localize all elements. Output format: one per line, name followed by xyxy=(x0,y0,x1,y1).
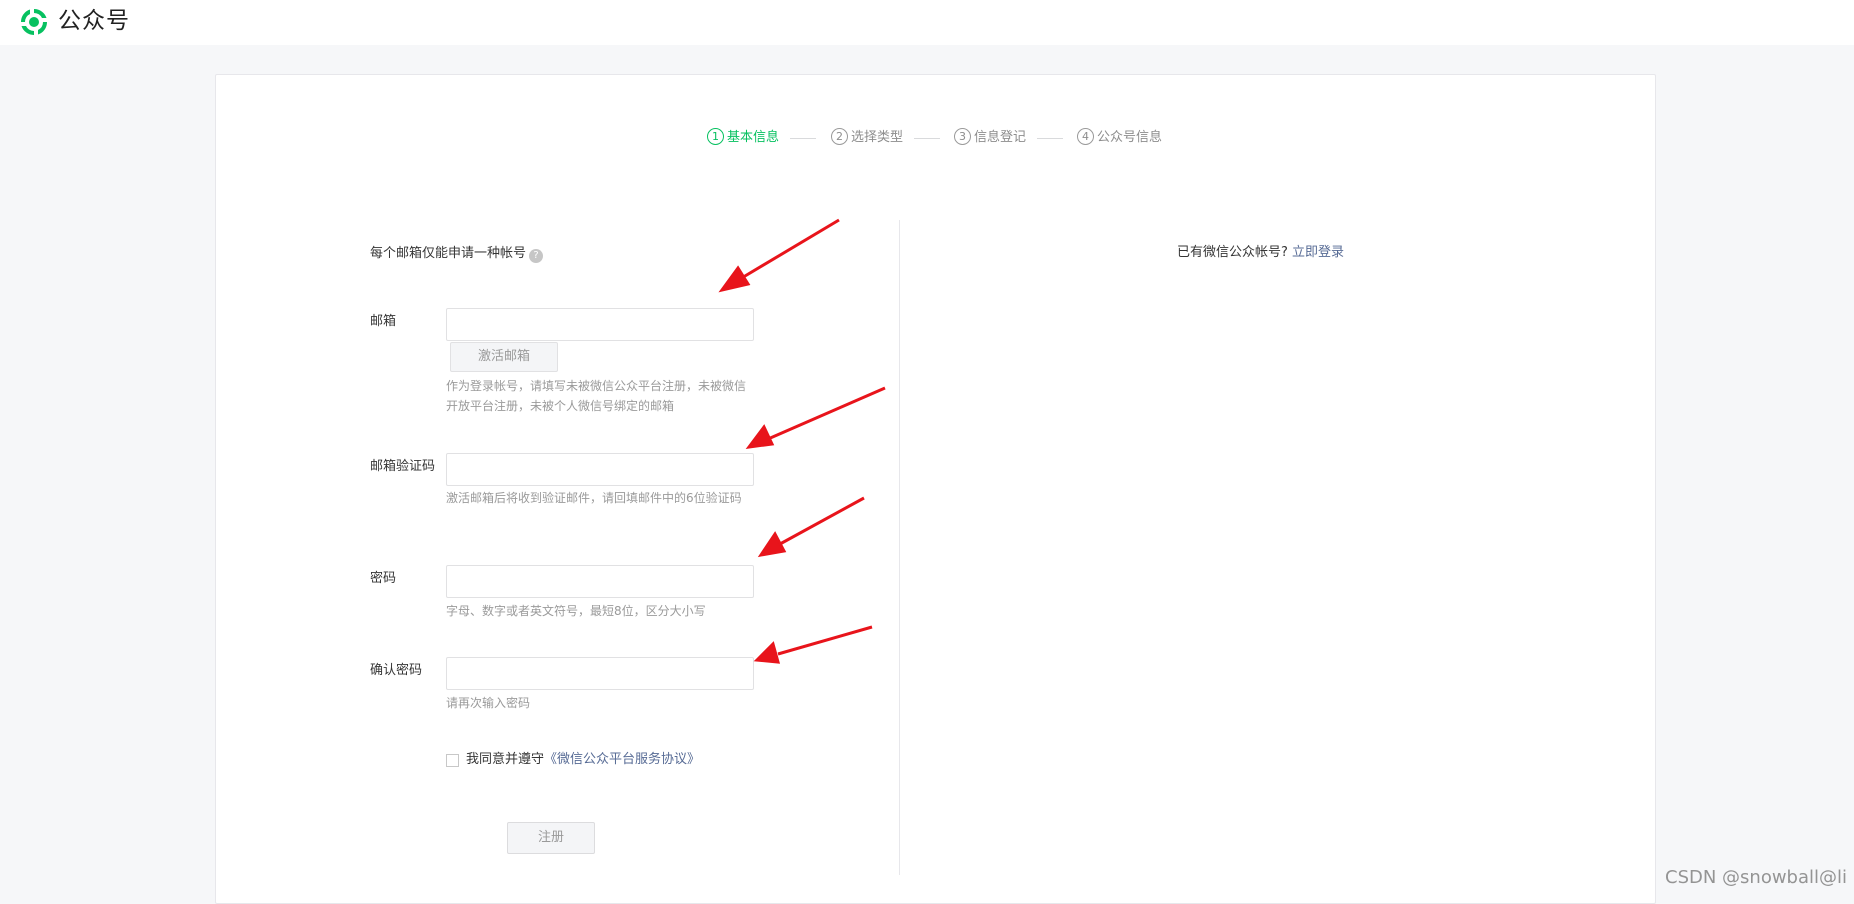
watermark: CSDN @snowball@li xyxy=(1665,867,1848,888)
email-code-tip: 激活邮箱后将收到验证邮件，请回填邮件中的6位验证码 xyxy=(446,491,742,505)
wechat-official-account-logo-icon[interactable] xyxy=(18,6,50,38)
step-4-number: 4 xyxy=(1077,128,1094,145)
confirm-password-label: 确认密码 xyxy=(370,663,423,678)
password-input[interactable] xyxy=(446,565,754,598)
email-label: 邮箱 xyxy=(370,314,397,329)
step-4-label: 公众号信息 xyxy=(1097,130,1163,145)
agree-text: 我同意并遵守《微信公众平台服务协议》 xyxy=(466,750,700,770)
step-2-label: 选择类型 xyxy=(851,130,904,145)
email-input[interactable] xyxy=(446,308,754,341)
step-1-number: 1 xyxy=(707,128,724,145)
password-tip: 字母、数字或者英文符号，最短8位，区分大小写 xyxy=(446,604,706,618)
step-4: 4 公众号信息 xyxy=(1077,128,1162,148)
step-3-label: 信息登记 xyxy=(974,130,1027,145)
email-code-label: 邮箱验证码 xyxy=(370,459,436,474)
step-2: 2 选择类型 xyxy=(831,128,903,148)
service-agreement-link[interactable]: 《微信公众平台服务协议》 xyxy=(544,752,700,767)
step-1-label: 基本信息 xyxy=(727,130,780,145)
email-code-input[interactable] xyxy=(446,453,754,486)
confirm-password-tip: 请再次输入密码 xyxy=(446,696,531,710)
email-notice-text: 每个邮箱仅能申请一种帐号 xyxy=(370,246,527,261)
password-label: 密码 xyxy=(370,571,397,586)
login-link[interactable]: 立即登录 xyxy=(1292,245,1344,260)
help-icon[interactable]: ? xyxy=(529,249,544,263)
step-indicator: 1 基本信息 2 选择类型 3 信息登记 4 公众号信息 xyxy=(0,128,1854,148)
agree-label: 我同意并遵守 xyxy=(466,752,545,767)
login-hint-text: 已有微信公众帐号? xyxy=(1177,245,1288,260)
brand-title: 公众号 xyxy=(58,8,130,34)
email-notice: 每个邮箱仅能申请一种帐号? xyxy=(370,245,544,263)
top-bar: 公众号 xyxy=(0,0,1854,45)
step-1: 1 基本信息 xyxy=(707,128,779,148)
step-3: 3 信息登记 xyxy=(954,128,1026,148)
step-3-number: 3 xyxy=(954,128,971,145)
step-connector xyxy=(790,138,816,139)
step-connector xyxy=(914,138,940,139)
login-hint: 已有微信公众帐号? 立即登录 xyxy=(1177,244,1344,262)
confirm-password-input[interactable] xyxy=(446,657,754,690)
activate-email-button[interactable]: 激活邮箱 xyxy=(450,342,558,372)
column-divider xyxy=(899,220,900,875)
step-connector xyxy=(1037,138,1063,139)
email-tip: 作为登录帐号，请填写未被微信公众平台注册，未被微信开放平台注册，未被个人微信号绑… xyxy=(446,379,747,413)
agree-checkbox[interactable] xyxy=(446,754,459,767)
step-2-number: 2 xyxy=(831,128,848,145)
register-button[interactable]: 注册 xyxy=(507,822,595,854)
register-card xyxy=(215,74,1656,904)
